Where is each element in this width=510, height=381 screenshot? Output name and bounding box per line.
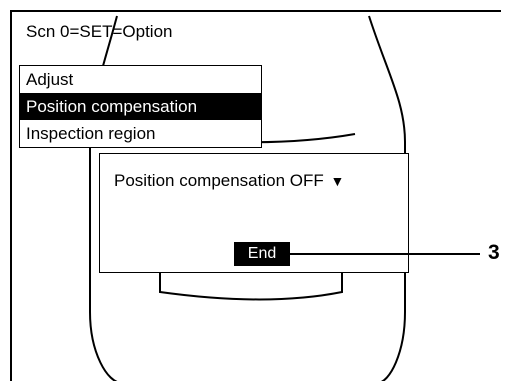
monitor-screen: Scn 0=SET=Option Adjust Position compens… xyxy=(10,10,501,381)
menu-item-adjust[interactable]: Adjust xyxy=(20,66,261,93)
position-compensation-dialog: Position compensation OFF ▼ End xyxy=(99,153,409,273)
option-value-label: Position compensation OFF xyxy=(114,171,324,190)
settings-menu: Adjust Position compensation Inspection … xyxy=(19,65,262,148)
scene-title: Scn 0=SET=Option xyxy=(26,22,173,41)
dropdown-arrow-icon[interactable]: ▼ xyxy=(331,173,345,189)
callout-line xyxy=(279,253,480,255)
menu-item-inspection-region[interactable]: Inspection region xyxy=(20,120,261,147)
menu-item-position-compensation[interactable]: Position compensation xyxy=(20,93,261,120)
position-compensation-option[interactable]: Position compensation OFF ▼ xyxy=(114,171,344,191)
callout-number: 3 xyxy=(488,241,500,264)
